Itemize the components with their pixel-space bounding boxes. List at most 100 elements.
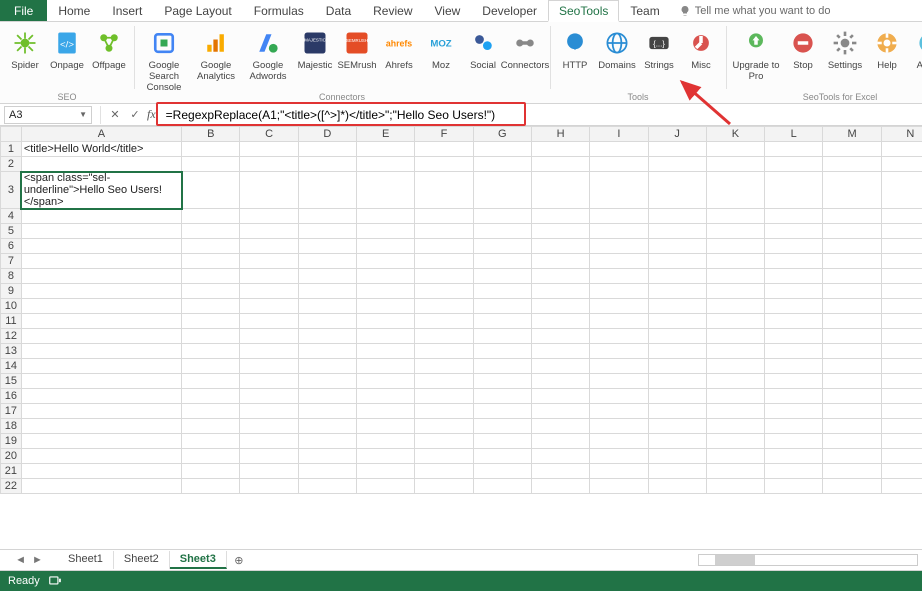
cell-I22[interactable] — [590, 479, 648, 494]
row-header-9[interactable]: 9 — [1, 284, 22, 299]
cell-M9[interactable] — [823, 284, 881, 299]
cell-A6[interactable] — [21, 239, 181, 254]
cell-F22[interactable] — [415, 479, 473, 494]
cell-L14[interactable] — [765, 359, 823, 374]
moz-button[interactable]: MOZMoz — [420, 26, 462, 71]
cell-E20[interactable] — [357, 449, 415, 464]
cell-C19[interactable] — [240, 434, 298, 449]
cell-H21[interactable] — [531, 464, 589, 479]
misc-button[interactable]: Misc — [680, 26, 722, 71]
row-header-20[interactable]: 20 — [1, 449, 22, 464]
cell-H18[interactable] — [531, 419, 589, 434]
col-header-H[interactable]: H — [531, 127, 589, 142]
cell-E15[interactable] — [357, 374, 415, 389]
cell-C1[interactable] — [240, 142, 298, 157]
sheet-tab-sheet2[interactable]: Sheet2 — [114, 551, 170, 569]
cell-C3[interactable] — [240, 172, 298, 209]
tab-data[interactable]: Data — [315, 0, 362, 21]
row-header-1[interactable]: 1 — [1, 142, 22, 157]
cell-D22[interactable] — [298, 479, 356, 494]
cell-A8[interactable] — [21, 269, 181, 284]
cell-D16[interactable] — [298, 389, 356, 404]
cell-N22[interactable] — [881, 479, 922, 494]
connectors-button[interactable]: Connectors — [504, 26, 546, 71]
cell-M14[interactable] — [823, 359, 881, 374]
cell-C20[interactable] — [240, 449, 298, 464]
cell-M10[interactable] — [823, 299, 881, 314]
cell-E8[interactable] — [357, 269, 415, 284]
cell-D15[interactable] — [298, 374, 356, 389]
cell-B7[interactable] — [182, 254, 240, 269]
cell-J10[interactable] — [648, 299, 706, 314]
tab-home[interactable]: Home — [47, 0, 101, 21]
row-header-8[interactable]: 8 — [1, 269, 22, 284]
cell-L1[interactable] — [765, 142, 823, 157]
cell-L17[interactable] — [765, 404, 823, 419]
add-sheet-button[interactable]: ⊕ — [227, 554, 251, 567]
cell-J6[interactable] — [648, 239, 706, 254]
cell-G13[interactable] — [473, 344, 531, 359]
cell-J21[interactable] — [648, 464, 706, 479]
cell-D20[interactable] — [298, 449, 356, 464]
cell-H6[interactable] — [531, 239, 589, 254]
cell-I3[interactable] — [590, 172, 648, 209]
cell-G8[interactable] — [473, 269, 531, 284]
row-header-17[interactable]: 17 — [1, 404, 22, 419]
cell-A13[interactable] — [21, 344, 181, 359]
cell-G15[interactable] — [473, 374, 531, 389]
col-header-D[interactable]: D — [298, 127, 356, 142]
cell-I4[interactable] — [590, 209, 648, 224]
cell-M21[interactable] — [823, 464, 881, 479]
cell-K5[interactable] — [706, 224, 764, 239]
cell-H10[interactable] — [531, 299, 589, 314]
cell-A20[interactable] — [21, 449, 181, 464]
cell-G19[interactable] — [473, 434, 531, 449]
cell-L12[interactable] — [765, 329, 823, 344]
cell-J17[interactable] — [648, 404, 706, 419]
chevron-right-icon[interactable]: ► — [32, 554, 43, 566]
cell-F16[interactable] — [415, 389, 473, 404]
cell-F4[interactable] — [415, 209, 473, 224]
cell-J19[interactable] — [648, 434, 706, 449]
cell-N16[interactable] — [881, 389, 922, 404]
cell-E21[interactable] — [357, 464, 415, 479]
cell-E19[interactable] — [357, 434, 415, 449]
cell-I9[interactable] — [590, 284, 648, 299]
cell-I15[interactable] — [590, 374, 648, 389]
cell-H14[interactable] — [531, 359, 589, 374]
cell-L20[interactable] — [765, 449, 823, 464]
col-header-I[interactable]: I — [590, 127, 648, 142]
cell-K12[interactable] — [706, 329, 764, 344]
cell-K21[interactable] — [706, 464, 764, 479]
row-header-3[interactable]: 3 — [1, 172, 22, 209]
cell-L10[interactable] — [765, 299, 823, 314]
cell-K10[interactable] — [706, 299, 764, 314]
domains-button[interactable]: Domains — [596, 26, 638, 71]
cell-J20[interactable] — [648, 449, 706, 464]
row-header-13[interactable]: 13 — [1, 344, 22, 359]
cell-M13[interactable] — [823, 344, 881, 359]
cell-C14[interactable] — [240, 359, 298, 374]
cell-J4[interactable] — [648, 209, 706, 224]
cell-A9[interactable] — [21, 284, 181, 299]
cell-B2[interactable] — [182, 157, 240, 172]
cell-F18[interactable] — [415, 419, 473, 434]
cell-J1[interactable] — [648, 142, 706, 157]
horizontal-scrollbar[interactable] — [698, 554, 918, 566]
cell-A12[interactable] — [21, 329, 181, 344]
cell-N2[interactable] — [881, 157, 922, 172]
cell-H19[interactable] — [531, 434, 589, 449]
cell-L7[interactable] — [765, 254, 823, 269]
cell-A3[interactable]: <span class="sel-underline">Hello Seo Us… — [21, 172, 181, 209]
ga-button[interactable]: Google Analytics — [190, 26, 242, 82]
cell-F20[interactable] — [415, 449, 473, 464]
cell-B21[interactable] — [182, 464, 240, 479]
cell-H20[interactable] — [531, 449, 589, 464]
col-header-F[interactable]: F — [415, 127, 473, 142]
cell-K15[interactable] — [706, 374, 764, 389]
cell-C18[interactable] — [240, 419, 298, 434]
cell-J13[interactable] — [648, 344, 706, 359]
cell-C16[interactable] — [240, 389, 298, 404]
cell-N15[interactable] — [881, 374, 922, 389]
cell-J15[interactable] — [648, 374, 706, 389]
